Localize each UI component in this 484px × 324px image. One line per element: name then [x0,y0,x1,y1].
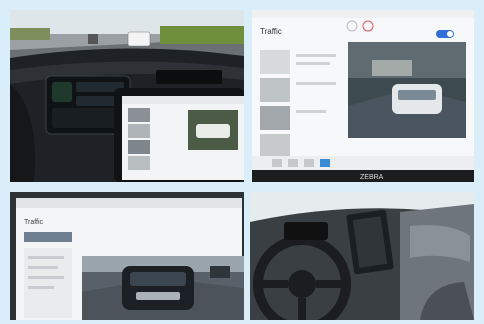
photo-dashboard-tablet [10,10,244,182]
photo-laptop-traffic-app: Traffic ZEBRA [252,10,474,182]
app-title-2: Traffic [24,219,44,226]
car-interior-scene [250,192,474,320]
brand-label: ZEBRA [360,174,384,181]
photo-laptop-camera-feed: Traffic [10,192,244,320]
laptop-screen-scene: Traffic ZEBRA [252,10,474,182]
dashboard-scene [10,10,244,182]
photo-car-interior [250,192,474,320]
app-title: Traffic [260,27,282,36]
laptop-feed-scene: Traffic [10,192,244,320]
photo-collage: Traffic ZEBRA Traffic [0,0,484,324]
